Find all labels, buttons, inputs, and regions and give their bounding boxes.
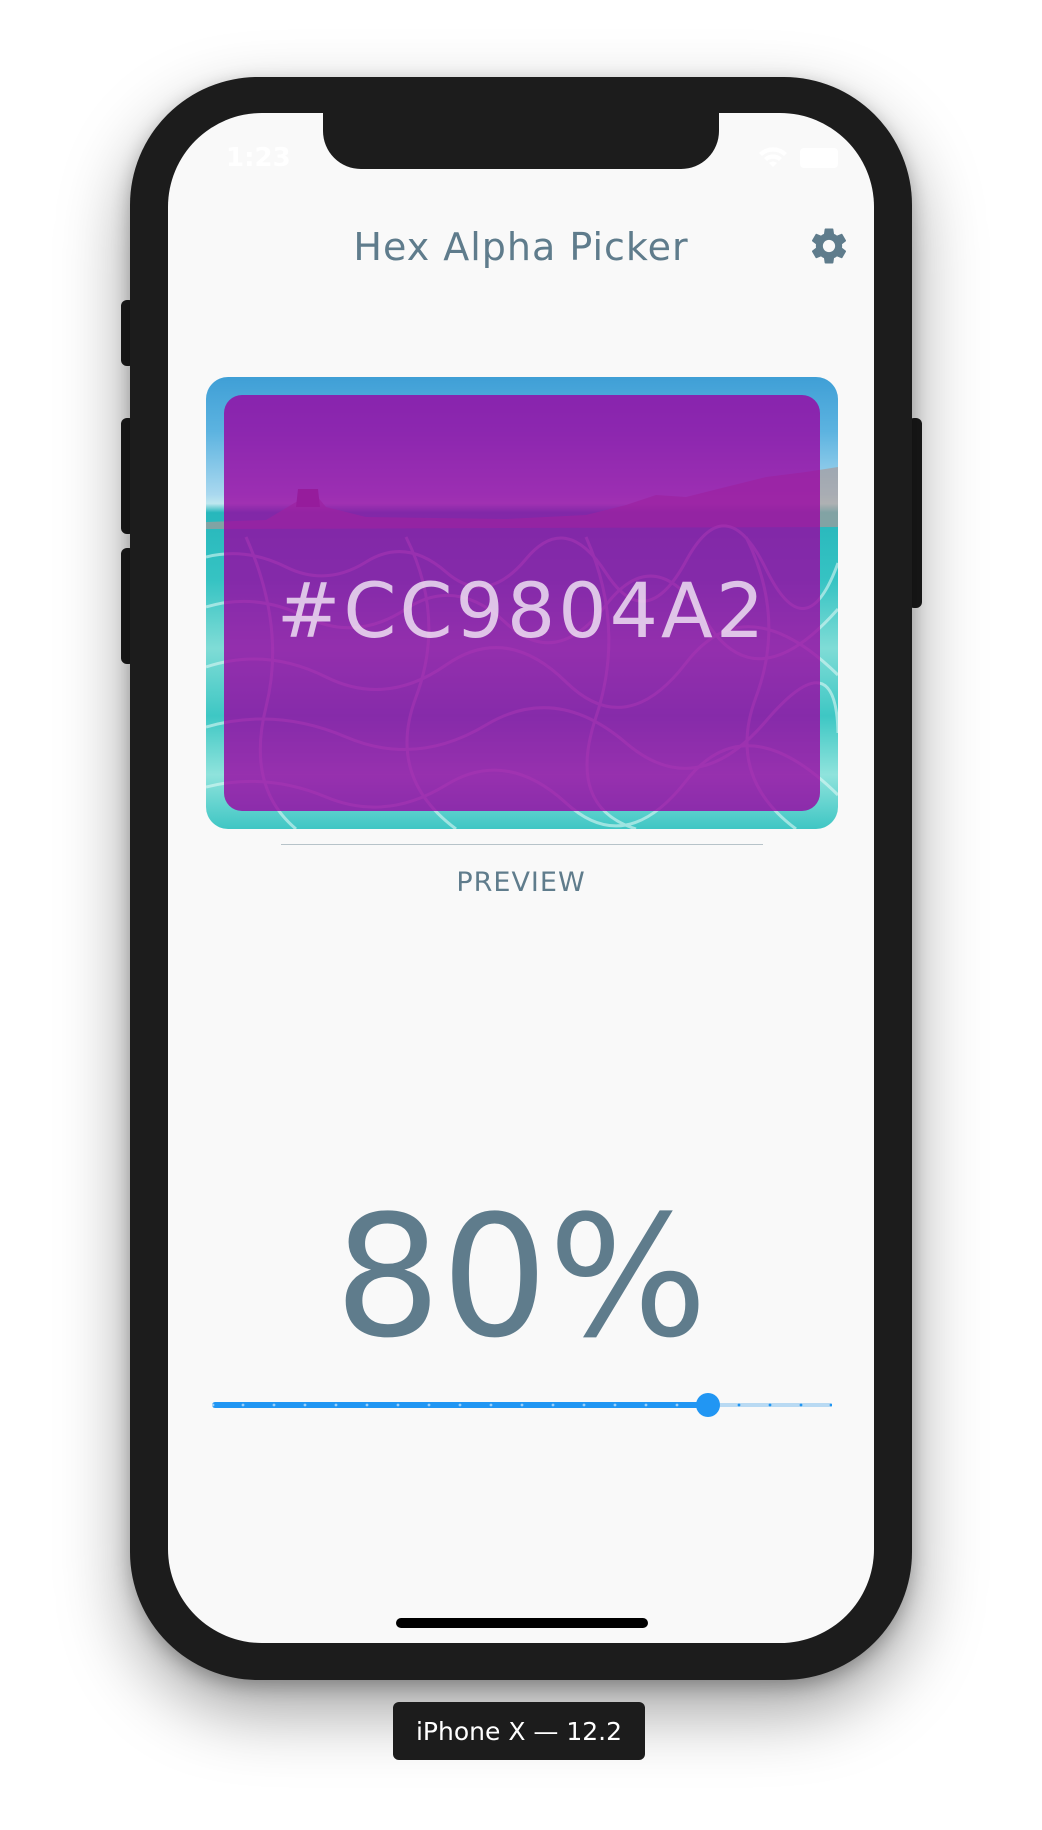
slider-tick [520,1403,524,1407]
slider-tick [644,1403,648,1407]
slider-thumb[interactable] [696,1393,720,1417]
slider-tick [212,1403,215,1407]
slider-tick [829,1403,832,1407]
slider-tick [458,1403,462,1407]
wifi-icon [759,147,787,167]
slider-tick [768,1403,772,1407]
preview-card: #CC9804A2 [206,377,838,829]
battery-icon [800,148,838,168]
notch [323,113,719,169]
slider-tick [613,1403,617,1407]
slider-tick [334,1403,338,1407]
hex-value-label: #CC9804A2 [276,565,768,655]
app-title: Hex Alpha Picker [353,225,689,269]
home-indicator [396,1618,648,1628]
status-time: 1:23 [226,143,291,173]
preview-caption: PREVIEW [456,867,586,898]
slider-tick [582,1403,586,1407]
slider-tick [551,1403,555,1407]
slider-tick [737,1403,741,1407]
status-icons [758,147,838,169]
slider-tick [799,1403,803,1407]
slider-tick [427,1403,431,1407]
preview-divider [281,844,763,845]
device-label: iPhone X — 12.2 [393,1702,645,1760]
slider-tick [675,1403,679,1407]
slider-tick [272,1403,276,1407]
slider-tick [396,1403,400,1407]
app-screen: 1:23 Hex Alpha Picker #CC9804A2 PREVIEW … [168,113,874,1643]
gear-icon[interactable] [808,225,850,267]
slider-tick [241,1403,245,1407]
slider-tick [489,1403,493,1407]
alpha-slider[interactable] [212,1385,832,1425]
alpha-percent-label: 80% [334,1179,708,1375]
slider-ticks [212,1403,832,1407]
color-preview-overlay: #CC9804A2 [224,395,820,811]
slider-tick [365,1403,369,1407]
slider-tick [303,1403,307,1407]
